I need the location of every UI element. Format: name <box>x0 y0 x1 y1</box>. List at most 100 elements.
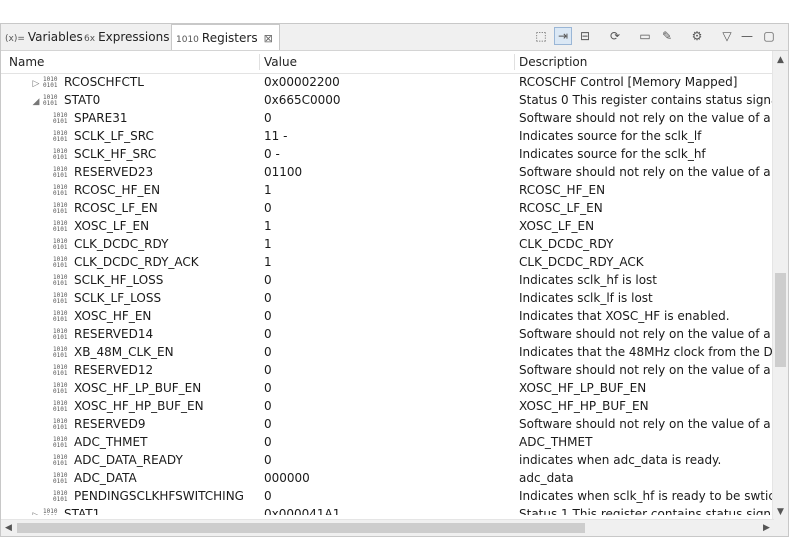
register-row[interactable]: 1010 0101 SCLK_HF_LOSS 0 Indicates sclk_hf i… <box>1 271 774 289</box>
restore-icon[interactable]: ⬚ <box>532 27 550 45</box>
register-name-cell: 1010 0101 SCLK_LF_SRC <box>1 127 259 145</box>
register-value[interactable]: 0 - <box>264 145 514 163</box>
register-row[interactable]: 1010 0101 RCOSC_HF_EN 1 RCOSC_HF_EN <box>1 181 774 199</box>
scroll-left-icon[interactable]: ◀ <box>1 521 16 535</box>
maximize-icon[interactable]: ▢ <box>760 27 778 45</box>
register-name: XOSC_HF_HP_BUF_EN <box>74 399 204 413</box>
register-value[interactable]: 11 - <box>264 127 514 145</box>
tab-variables[interactable]: (x)= Variables <box>5 24 83 50</box>
collapse-all-icon[interactable]: ⊟ <box>576 27 594 45</box>
register-name: ADC_DATA_READY <box>74 453 183 467</box>
register-description: XOSC_LF_EN <box>519 219 595 233</box>
register-value[interactable]: 0 <box>264 109 514 127</box>
register-value[interactable]: 1 <box>264 181 514 199</box>
register-value[interactable]: 0 <box>264 343 514 361</box>
register-row[interactable]: 1010 0101 RESERVED9 0 Software should not re… <box>1 415 774 433</box>
assign-format-icon[interactable]: ⇥ <box>554 27 572 45</box>
register-name-cell: 1010 0101 RESERVED14 <box>1 325 259 343</box>
register-value[interactable]: 01100 <box>264 163 514 181</box>
register-row[interactable]: 1010 0101 ADC_DATA 000000 adc_data <box>1 469 774 487</box>
scroll-up-icon[interactable]: ▲ <box>773 53 788 67</box>
register-value[interactable]: 1 <box>264 235 514 253</box>
close-icon[interactable]: ⊠ <box>264 32 273 45</box>
register-value[interactable]: 0 <box>264 433 514 451</box>
register-row[interactable]: ▷ 1010 0101 RCOSCHFCTL 0x00002200 RCOSCHF Con… <box>1 73 774 91</box>
register-value[interactable]: 0x000041A1 <box>264 505 514 515</box>
register-value[interactable]: 0 <box>264 487 514 505</box>
tab-registers[interactable]: 1010 Registers ⊠ <box>171 24 280 50</box>
vertical-scroll-thumb[interactable] <box>775 273 786 367</box>
register-row[interactable]: ▷10100101 STAT1 0x000041A1 Status 1 This re… <box>1 505 774 515</box>
add-group-icon[interactable]: ▭ <box>636 27 654 45</box>
register-row[interactable]: 1010 0101 XOSC_LF_EN 1 XOSC_LF_EN <box>1 217 774 235</box>
register-name: XB_48M_CLK_EN <box>74 345 174 359</box>
register-row[interactable]: 1010 0101 XB_48M_CLK_EN 0 Indicates that the… <box>1 343 774 361</box>
view-tab-bar: (x)= Variables 6x Expressions 1010 Register… <box>1 24 788 51</box>
column-divider[interactable] <box>259 54 260 70</box>
register-value[interactable]: 0 <box>264 325 514 343</box>
register-description: Status 1 This register contains status s… <box>519 507 774 515</box>
register-value[interactable]: 0 <box>264 361 514 379</box>
register-value[interactable]: 0 <box>264 271 514 289</box>
column-value-header[interactable]: Value <box>264 51 297 73</box>
minimize-icon[interactable]: — <box>738 27 756 45</box>
register-description: RCOSC_HF_EN <box>519 183 606 197</box>
register-row[interactable]: 1010 0101 SCLK_HF_SRC 0 - Indicates source f… <box>1 145 774 163</box>
register-icon: 10100101 <box>53 435 68 449</box>
register-icon: 10100101 <box>53 471 68 485</box>
tab-variables-label: Variables <box>27 30 83 44</box>
column-divider[interactable] <box>514 54 515 70</box>
column-name-header[interactable]: Name <box>9 51 44 73</box>
register-description: Software should not rely on the value of… <box>519 165 774 179</box>
register-value[interactable]: 1 <box>264 217 514 235</box>
horizontal-scroll-thumb[interactable] <box>17 523 585 533</box>
register-value[interactable]: 0 <box>264 415 514 433</box>
tab-expressions[interactable]: 6x Expressions <box>84 24 169 50</box>
register-row[interactable]: 1010 0101 ADC_THMET 0 ADC_THMET <box>1 433 774 451</box>
register-row[interactable]: 1010 0101 XOSC_HF_LP_BUF_EN 0 XOSC_HF_LP_BUF… <box>1 379 774 397</box>
register-value[interactable]: 0x665C0000 <box>264 91 514 109</box>
register-name-cell: 1010 0101 XOSC_HF_LP_BUF_EN <box>1 379 259 397</box>
vertical-scrollbar[interactable]: ▲ ▼ <box>772 51 788 521</box>
register-row[interactable]: 1010 0101 CLK_DCDC_RDY_ACK 1 CLK_DCDC_RDY_AC… <box>1 253 774 271</box>
register-row[interactable]: 1010 0101 ADC_DATA_READY 0 indicates when ad… <box>1 451 774 469</box>
register-value[interactable]: 0 <box>264 307 514 325</box>
register-value[interactable]: 0 <box>264 289 514 307</box>
horizontal-scrollbar[interactable]: ◀ ▶ <box>1 519 774 536</box>
register-row[interactable]: ◢ 1010 0101 STAT0 0x665C0000 Status 0 This re… <box>1 91 774 109</box>
scroll-right-icon[interactable]: ▶ <box>759 521 774 535</box>
collapse-icon[interactable]: ◢ <box>31 93 41 109</box>
register-description: Software should not rely on the value of… <box>519 417 774 431</box>
scroll-down-icon[interactable]: ▼ <box>773 505 788 519</box>
register-row[interactable]: 1010 0101 XOSC_HF_EN 0 Indicates that XOSC_H… <box>1 307 774 325</box>
register-value[interactable]: 0 <box>264 397 514 415</box>
pin-icon[interactable]: ⚙ <box>688 27 706 45</box>
register-value[interactable]: 0 <box>264 379 514 397</box>
view-menu-icon[interactable]: ▽ <box>718 27 736 45</box>
register-row[interactable]: 1010 0101 CLK_DCDC_RDY 1 CLK_DCDC_RDY <box>1 235 774 253</box>
register-value[interactable]: 000000 <box>264 469 514 487</box>
register-row[interactable]: 1010 0101 RESERVED12 0 Software should not r… <box>1 361 774 379</box>
register-row[interactable]: 1010 0101 PENDINGSCLKHFSWITCHING 0 Indicates… <box>1 487 774 505</box>
register-value[interactable]: 0 <box>264 199 514 217</box>
register-value[interactable]: 1 <box>264 253 514 271</box>
register-row[interactable]: 1010 0101 SCLK_LF_LOSS 0 Indicates sclk_lf i… <box>1 289 774 307</box>
edit-group-icon[interactable]: ✎ <box>658 27 676 45</box>
column-description-header[interactable]: Description <box>519 51 587 73</box>
register-name: SCLK_HF_SRC <box>74 147 157 161</box>
register-row[interactable]: 1010 0101 SPARE31 0 Software should not rely… <box>1 109 774 127</box>
register-name: SCLK_LF_LOSS <box>74 291 162 305</box>
expand-icon[interactable]: ▷ <box>31 75 41 91</box>
register-description: CLK_DCDC_RDY_ACK <box>519 255 644 269</box>
register-row[interactable]: 1010 0101 RCOSC_LF_EN 0 RCOSC_LF_EN <box>1 199 774 217</box>
register-row[interactable]: 1010 0101 RESERVED14 0 Software should not r… <box>1 325 774 343</box>
register-value[interactable]: 0x00002200 <box>264 73 514 91</box>
register-name: RESERVED14 <box>74 327 154 341</box>
register-name: PENDINGSCLKHFSWITCHING <box>74 489 244 503</box>
expand-icon[interactable]: ▷ <box>31 507 41 515</box>
refresh-icon[interactable]: ⟳ <box>606 27 624 45</box>
register-row[interactable]: 1010 0101 XOSC_HF_HP_BUF_EN 0 XOSC_HF_HP_BUF… <box>1 397 774 415</box>
register-value[interactable]: 0 <box>264 451 514 469</box>
register-row[interactable]: 1010 0101 SCLK_LF_SRC 11 - Indicates source … <box>1 127 774 145</box>
register-row[interactable]: 1010 0101 RESERVED23 01100 Software should n… <box>1 163 774 181</box>
